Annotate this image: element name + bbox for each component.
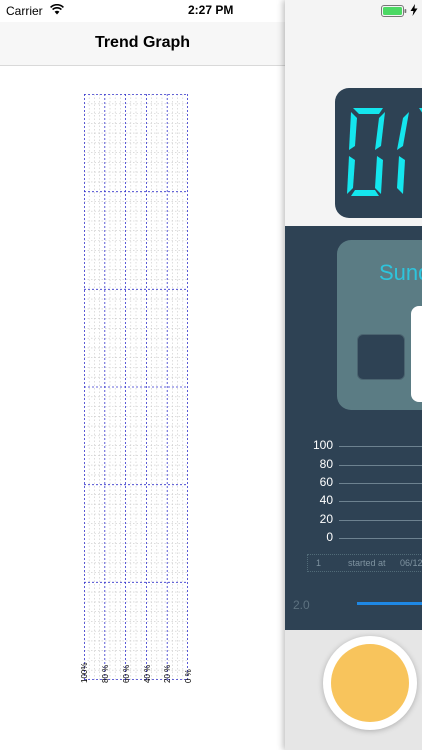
progress-line — [357, 602, 422, 605]
scale-line — [339, 446, 422, 447]
scale-label-20: 20 — [319, 512, 333, 526]
page-title: Trend Graph — [94, 34, 191, 51]
digit-display-icon — [347, 108, 422, 196]
device-screen: Sund 100 80 60 40 20 0 1 started at 06/1… — [285, 0, 422, 750]
started-at-label: started at — [348, 558, 386, 568]
scale-label-0: 0 — [326, 530, 333, 544]
tick-label-80: 80 % — [101, 664, 110, 683]
scale-label-40: 40 — [319, 493, 333, 507]
session-info-row: 1 started at 06/12 — [307, 554, 422, 572]
version-label: 2.0 — [293, 598, 310, 612]
started-date: 06/12 — [400, 558, 422, 568]
clock-time: 2:27 PM — [188, 3, 234, 17]
tick-label-60: 60 % — [122, 664, 131, 683]
scale-label-80: 80 — [319, 457, 333, 471]
mode-panel[interactable] — [411, 306, 422, 402]
scale-label-100: 100 — [312, 438, 333, 452]
mode-label: Sund — [379, 260, 422, 285]
tick-label-0: 0 % — [184, 669, 193, 683]
mode-indicator[interactable] — [357, 334, 405, 380]
start-button[interactable] — [323, 636, 417, 730]
wifi-icon — [50, 4, 64, 15]
status-bar: Carrier 2:27 PM — [0, 0, 422, 22]
battery-icon — [381, 5, 407, 17]
session-index: 1 — [316, 558, 322, 568]
tick-label-20: 20 % — [163, 664, 172, 683]
scale-label-60: 60 — [319, 475, 333, 489]
start-button-face — [331, 644, 409, 722]
charging-icon — [410, 4, 418, 16]
scale-line — [339, 501, 422, 502]
carrier-label: Carrier — [6, 4, 43, 18]
scale-line — [339, 520, 422, 521]
tick-label-40: 40 % — [143, 664, 152, 683]
digital-display — [335, 88, 422, 218]
trend-graph-screen: Trend Graph 100% 80 % 60 % 40 % 20 % 0 % — [0, 0, 285, 750]
scale-line — [339, 538, 422, 539]
scale-line — [339, 483, 422, 484]
navigation-bar: Trend Graph — [0, 22, 285, 66]
scale-line — [339, 465, 422, 466]
bottom-bar — [285, 630, 422, 750]
mode-card[interactable]: Sund — [337, 240, 422, 410]
control-area: Sund 100 80 60 40 20 0 1 started at 06/1… — [285, 226, 422, 630]
trend-graph-grid — [84, 94, 188, 680]
tick-label-100: 100% — [80, 662, 89, 683]
